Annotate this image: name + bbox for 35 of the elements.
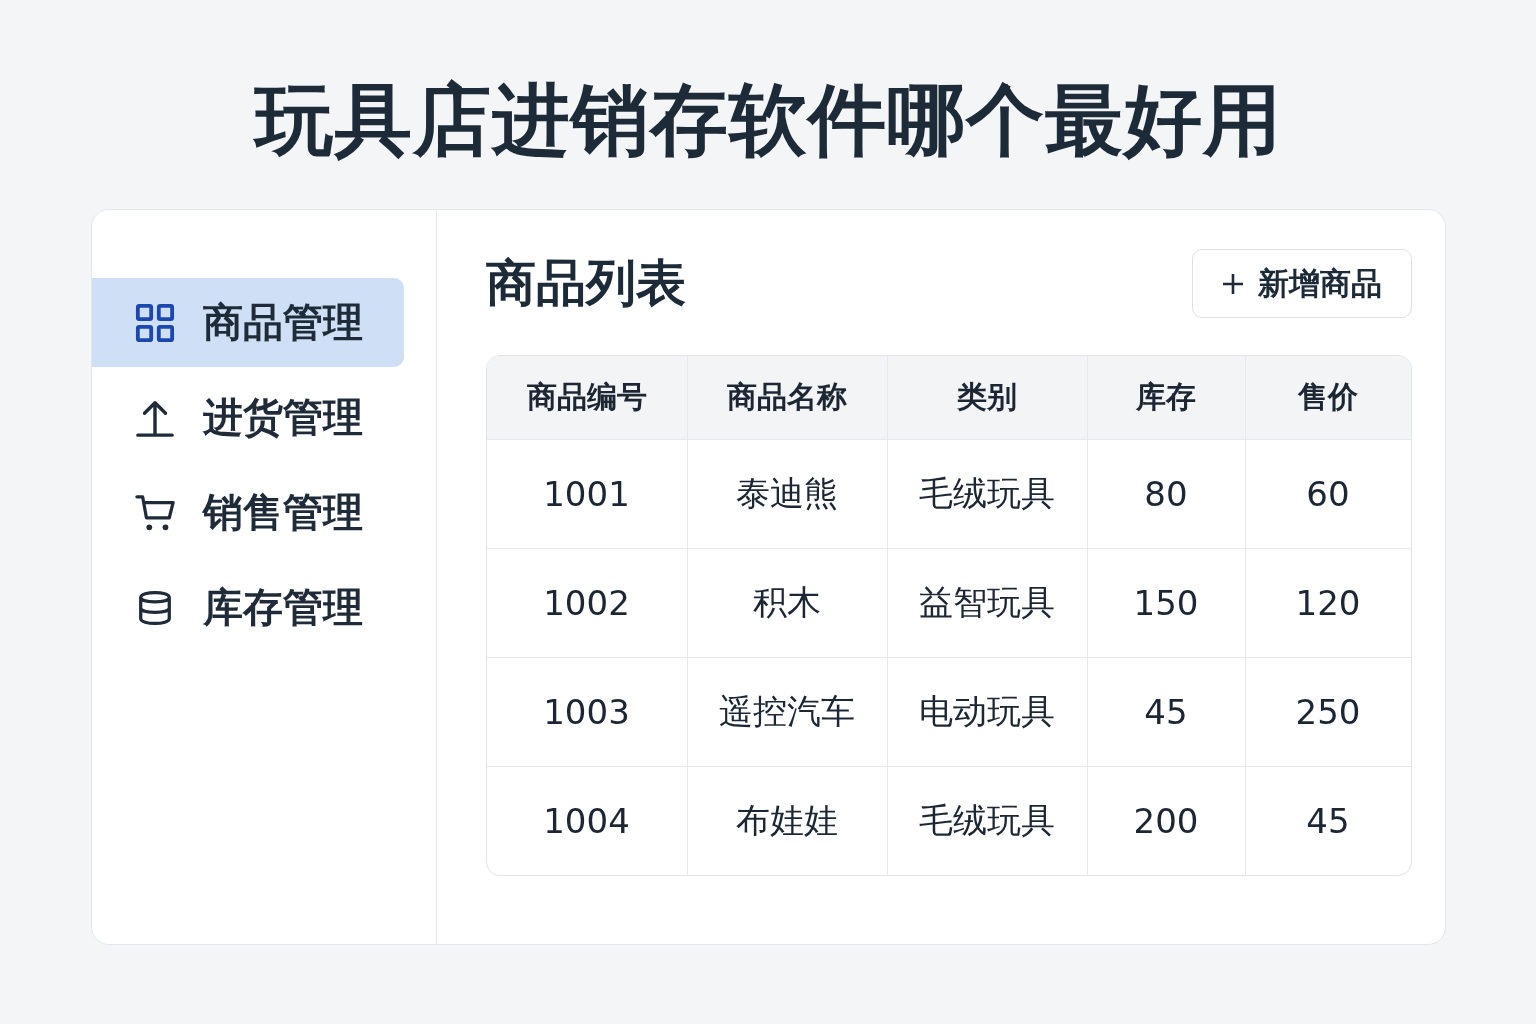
table-cell: 泰迪熊 (686, 440, 887, 548)
cart-icon (134, 492, 175, 533)
add-product-button[interactable]: 新增商品 (1191, 249, 1412, 318)
sidebar-item[interactable]: 库存管理 (91, 563, 404, 652)
page-title: 玩具店进销存软件哪个最好用 (252, 74, 1283, 167)
section-heading: 商品列表 (485, 253, 686, 314)
table-cell: 毛绒玩具 (886, 440, 1087, 548)
sidebar-item[interactable]: 进货管理 (91, 373, 404, 462)
table-cell-text: 1004 (542, 800, 631, 843)
table-cell: 150 (1086, 549, 1245, 657)
table-cell: 布娃娃 (686, 767, 887, 875)
table-cell: 45 (1244, 767, 1411, 875)
table-cell-text: 1003 (542, 691, 631, 734)
table-cell: 积木 (686, 549, 887, 657)
table-cell: 120 (1244, 549, 1411, 657)
column-header: 类别 (886, 356, 1087, 439)
table-cell: 毛绒玩具 (886, 767, 1087, 875)
table-cell: 60 (1244, 440, 1411, 548)
table-cell: 遥控汽车 (686, 658, 887, 766)
column-header: 库存 (1086, 356, 1245, 439)
table-cell-text: 1001 (542, 473, 631, 516)
table-cell: 益智玩具 (886, 549, 1087, 657)
sidebar-item[interactable]: 销售管理 (91, 468, 404, 557)
table-cell: 250 (1244, 658, 1411, 766)
table-cell: 200 (1086, 767, 1245, 875)
plus-icon (1221, 272, 1244, 295)
grid-icon (134, 302, 175, 343)
table-cell: 45 (1086, 658, 1245, 766)
sidebar-item[interactable]: 商品管理 (91, 278, 404, 367)
table-cell: 80 (1086, 440, 1245, 548)
table-cell-text: 1002 (542, 582, 631, 625)
column-header: 售价 (1244, 356, 1411, 439)
column-header: 商品名称 (686, 356, 887, 439)
table-cell: 电动玩具 (886, 658, 1087, 766)
column-header: 商品编号 (525, 378, 648, 416)
